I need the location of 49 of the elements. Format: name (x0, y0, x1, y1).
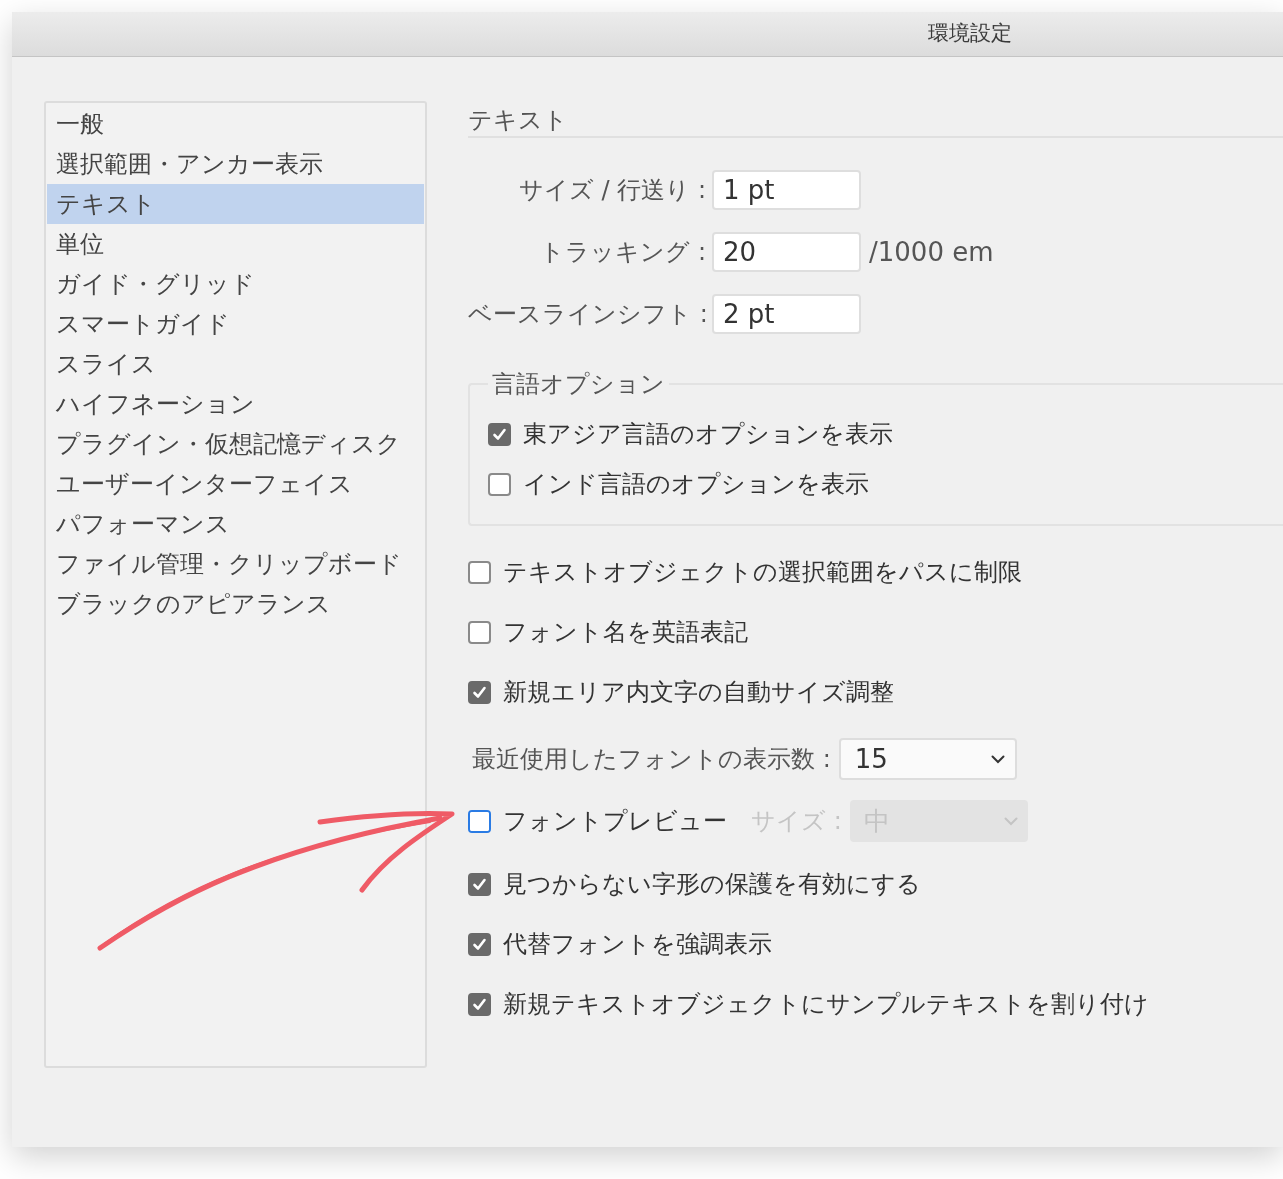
text-input-field[interactable]: 20 (712, 232, 861, 272)
checkmark-icon (492, 426, 507, 442)
window-title: 環境設定 (928, 20, 1012, 48)
checkmark-icon (472, 996, 487, 1012)
checkmark-icon (472, 684, 487, 700)
checkmark-icon (472, 876, 487, 892)
checkbox[interactable] (468, 560, 491, 584)
sidebar-item[interactable]: ファイル管理・クリップボード (47, 544, 424, 584)
checkbox[interactable] (468, 680, 491, 704)
chevron-down-icon (990, 754, 1005, 764)
group-title: 言語オプション (491, 372, 666, 396)
checkbox-label: 見つからない字形の保護を有効にする (503, 869, 921, 900)
sidebar-item[interactable]: ブラックのアピアランス (47, 584, 424, 624)
checkbox[interactable] (468, 932, 491, 956)
checkbox[interactable] (488, 472, 511, 496)
checkbox-label: インド言語のオプションを表示 (523, 469, 869, 500)
checkbox-label: フォント名を英語表記 (503, 617, 748, 648)
checkbox-label: 新規エリア内文字の自動サイズ調整 (503, 677, 894, 708)
sidebar-item[interactable]: 選択範囲・アンカー表示 (47, 144, 424, 184)
checkbox[interactable] (468, 620, 491, 644)
checkbox[interactable] (468, 872, 491, 896)
checkbox-label: 代替フォントを強調表示 (503, 929, 772, 960)
unit-label: /1000 em (869, 235, 994, 269)
field-label: サイズ / 行送り : (517, 175, 707, 206)
sidebar-item[interactable]: スマートガイド (47, 304, 424, 344)
sidebar-item[interactable]: ガイド・グリッド (47, 264, 424, 304)
checkbox[interactable] (468, 992, 491, 1016)
checkbox-label: 新規テキストオブジェクトにサンプルテキストを割り付け (503, 989, 1149, 1020)
sidebar-item[interactable]: ユーザーインターフェイス (47, 464, 424, 504)
sidebar-item[interactable]: テキスト (47, 184, 424, 224)
text-input-field[interactable]: 1 pt (712, 170, 861, 210)
dropdown[interactable]: 15 (838, 738, 1017, 780)
checkbox[interactable] (488, 422, 511, 446)
checkbox-label: テキストオブジェクトの選択範囲をパスに制限 (503, 557, 1022, 588)
sidebar-item[interactable]: プラグイン・仮想記憶ディスク (47, 424, 424, 464)
sidebar-item[interactable]: ハイフネーション (47, 384, 424, 424)
field-label: トラッキング : (539, 237, 707, 268)
sidebar-item[interactable]: パフォーマンス (47, 504, 424, 544)
checkbox-label: 東アジア言語のオプションを表示 (523, 419, 893, 450)
checkmark-icon (472, 936, 487, 952)
sidebar-item[interactable]: スライス (47, 344, 424, 384)
text-input-field[interactable]: 2 pt (712, 294, 861, 334)
sidebar-item[interactable]: 単位 (47, 224, 424, 264)
sidebar-item[interactable]: 一般 (47, 104, 424, 144)
section-heading: テキスト (468, 108, 568, 132)
dropdown-label: 最近使用したフォントの表示数 : (471, 744, 831, 775)
field-label: ベースラインシフト : (468, 299, 709, 330)
checkbox-label: フォントプレビュー (503, 806, 727, 837)
chevron-down-icon (1003, 816, 1018, 826)
